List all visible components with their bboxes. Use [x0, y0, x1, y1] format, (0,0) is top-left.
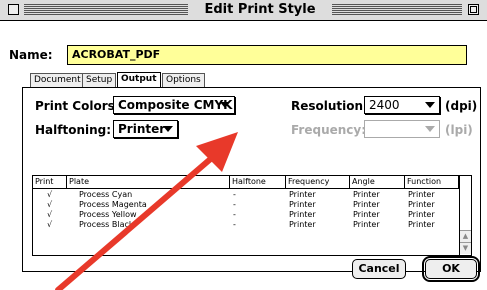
- annotation-arrow-shaft: [55, 153, 217, 290]
- tab-output[interactable]: Output: [117, 72, 161, 87]
- annotation-arrow: [55, 132, 238, 290]
